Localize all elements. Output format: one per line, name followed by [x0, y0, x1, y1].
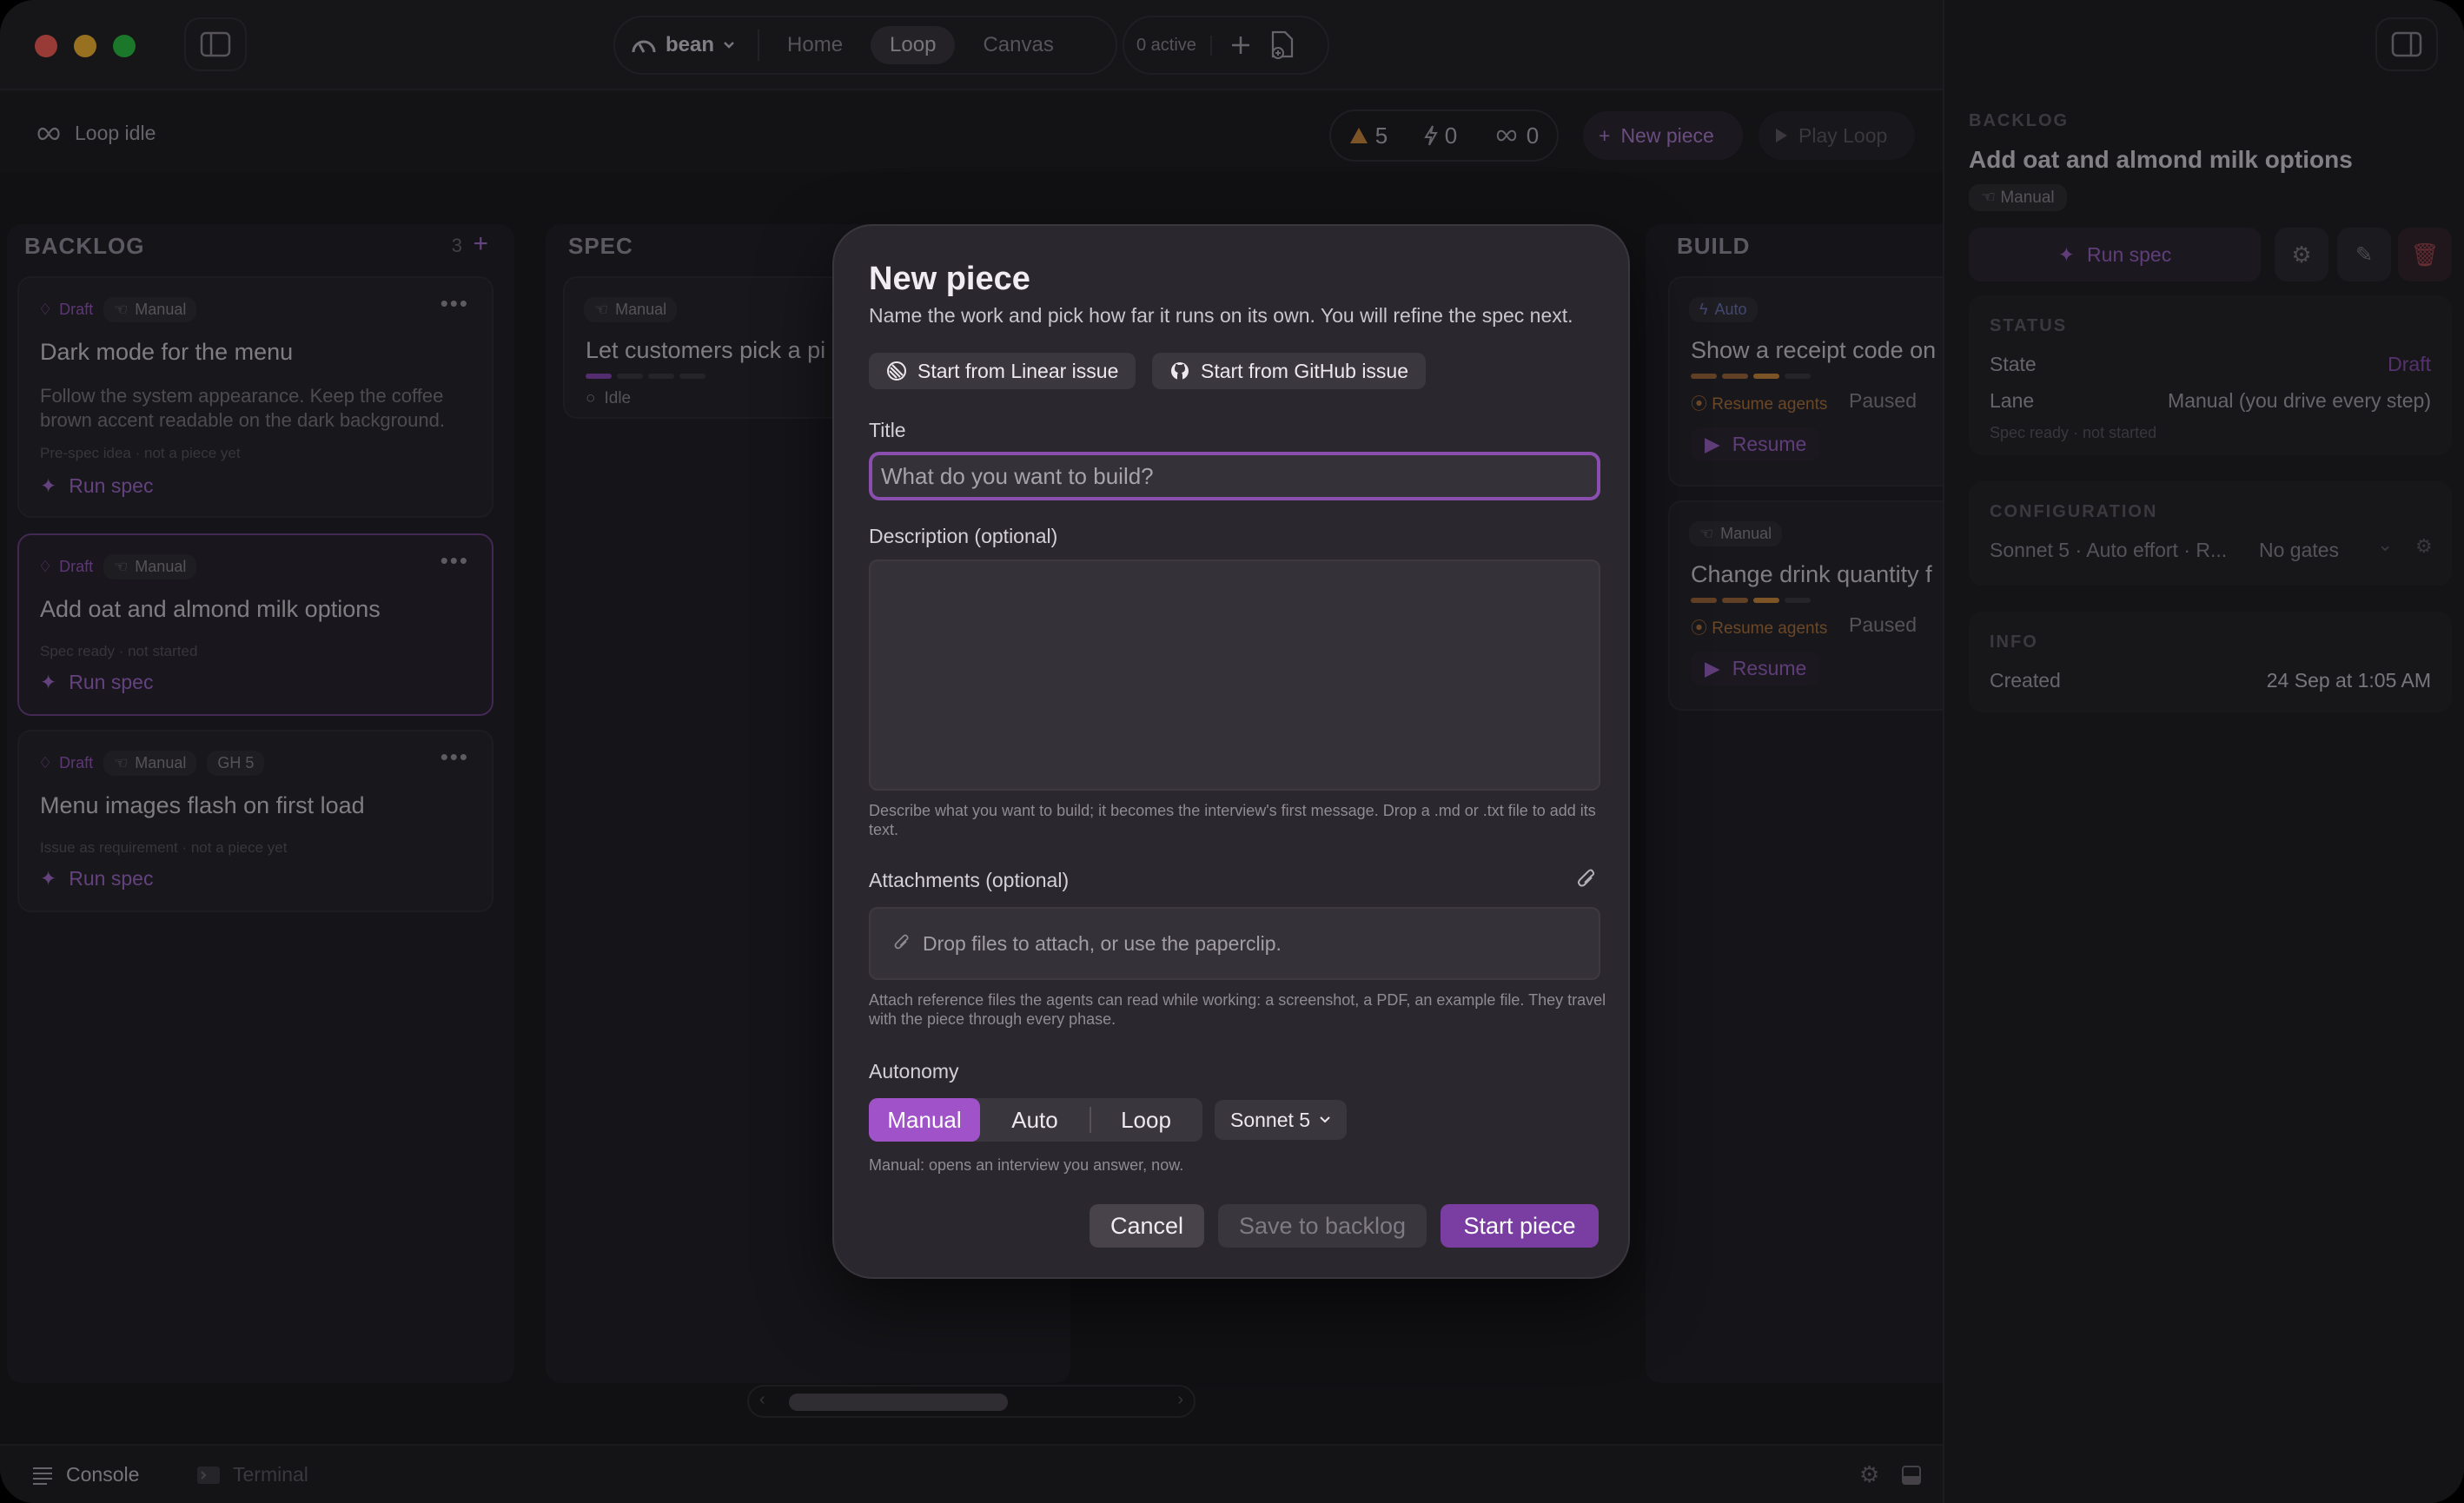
dialog-subtitle: Name the work and pick how far it runs o… [869, 304, 1573, 327]
description-label: Description (optional) [869, 525, 1058, 547]
attachments-label: Attachments (optional) [869, 869, 1070, 891]
github-icon [1171, 362, 1189, 380]
autonomy-help: Manual: opens an interview you answer, n… [869, 1156, 1184, 1174]
app-window: bean Home Loop Canvas 0 active Loop idle… [0, 0, 2464, 1503]
chevron-down-icon [1320, 1116, 1330, 1123]
autonomy-auto[interactable]: Auto [980, 1098, 1090, 1142]
title-input[interactable] [869, 452, 1600, 500]
model-select[interactable]: Sonnet 5 [1215, 1100, 1348, 1140]
autonomy-label: Autonomy [869, 1060, 959, 1083]
attachments-help: Attach reference files the agents can re… [869, 991, 1606, 1028]
dialog-title: New piece [869, 261, 1030, 297]
save-to-backlog-button[interactable]: Save to backlog [1218, 1204, 1427, 1248]
linear-button-label: Start from Linear issue [917, 359, 1119, 382]
cancel-button[interactable]: Cancel [1090, 1204, 1204, 1248]
new-piece-dialog: New piece Name the work and pick how far… [832, 224, 1630, 1279]
autonomy-manual[interactable]: Manual [869, 1098, 980, 1142]
description-help: Describe what you want to build; it beco… [869, 802, 1596, 838]
description-textarea[interactable] [869, 559, 1600, 791]
paperclip-icon [894, 934, 909, 950]
model-value: Sonnet 5 [1230, 1108, 1311, 1131]
autonomy-segmented-control: Manual Auto Loop [869, 1098, 1202, 1142]
linear-icon [887, 361, 906, 381]
title-label: Title [869, 419, 906, 441]
attachments-drop-text: Drop files to attach, or use the papercl… [923, 931, 1282, 955]
paperclip-icon[interactable] [1576, 869, 1597, 891]
github-button-label: Start from GitHub issue [1201, 359, 1409, 382]
attachments-dropzone[interactable]: Drop files to attach, or use the papercl… [869, 907, 1600, 980]
autonomy-loop[interactable]: Loop [1091, 1098, 1201, 1142]
start-piece-button[interactable]: Start piece [1441, 1204, 1599, 1248]
start-from-github-button[interactable]: Start from GitHub issue [1152, 353, 1427, 389]
start-from-linear-button[interactable]: Start from Linear issue [869, 353, 1136, 389]
